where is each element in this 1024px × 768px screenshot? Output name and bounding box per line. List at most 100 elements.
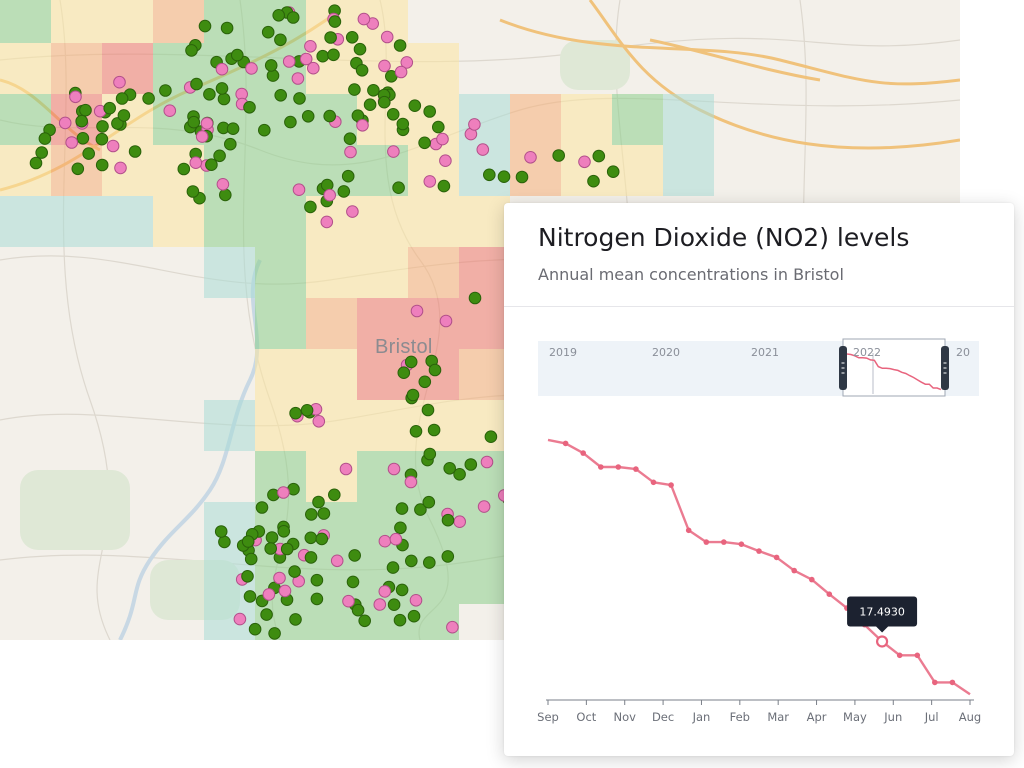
station-marker[interactable] [392, 181, 405, 194]
station-marker[interactable] [203, 88, 216, 101]
station-marker[interactable] [386, 561, 400, 574]
station-marker[interactable] [293, 92, 306, 105]
station-marker-high[interactable] [195, 130, 209, 143]
station-marker[interactable] [177, 162, 191, 176]
station-marker[interactable] [587, 174, 600, 188]
station-marker[interactable] [301, 110, 315, 123]
station-marker[interactable] [185, 44, 198, 57]
station-marker[interactable] [351, 603, 365, 617]
station-marker[interactable] [327, 48, 340, 62]
station-marker[interactable] [214, 525, 228, 538]
station-marker[interactable] [243, 590, 257, 603]
station-marker[interactable] [260, 608, 273, 621]
station-marker[interactable] [231, 48, 244, 62]
station-marker-high[interactable] [387, 145, 400, 158]
station-marker[interactable] [348, 549, 362, 562]
navigator-handle-left[interactable] [839, 346, 847, 390]
station-marker[interactable] [439, 314, 453, 328]
station-marker[interactable] [226, 122, 240, 135]
station-marker-high[interactable] [394, 65, 408, 79]
station-marker[interactable] [464, 458, 478, 471]
station-marker-high[interactable] [380, 30, 394, 44]
station-marker[interactable] [418, 136, 431, 150]
station-marker[interactable] [115, 92, 129, 105]
station-marker-high[interactable] [278, 584, 292, 598]
station-marker[interactable] [305, 508, 318, 521]
station-marker[interactable] [217, 92, 231, 106]
station-marker[interactable] [407, 609, 421, 623]
station-marker[interactable] [244, 552, 258, 566]
station-marker[interactable] [261, 25, 275, 39]
station-marker[interactable] [310, 573, 324, 587]
station-marker[interactable] [142, 92, 155, 105]
station-marker-high[interactable] [277, 486, 290, 499]
station-marker-high[interactable] [378, 59, 391, 73]
station-marker-high[interactable] [378, 585, 392, 598]
station-marker-high[interactable] [69, 90, 82, 104]
station-marker-high[interactable] [389, 532, 403, 546]
station-marker[interactable] [606, 165, 620, 178]
station-marker[interactable] [339, 462, 353, 476]
station-marker[interactable] [277, 525, 291, 538]
station-marker[interactable] [79, 103, 92, 117]
station-marker[interactable] [328, 15, 342, 28]
station-marker[interactable] [497, 170, 511, 183]
station-marker[interactable] [213, 149, 226, 163]
station-marker[interactable] [268, 627, 281, 640]
station-marker[interactable] [315, 532, 329, 546]
station-marker[interactable] [187, 115, 201, 129]
station-marker-high[interactable] [291, 72, 305, 85]
station-marker[interactable] [288, 565, 301, 578]
station-marker-high[interactable] [357, 12, 371, 26]
station-marker-high[interactable] [346, 205, 359, 218]
station-marker-high[interactable] [233, 612, 247, 626]
station-marker[interactable] [393, 39, 407, 52]
station-marker[interactable] [396, 117, 410, 131]
station-marker[interactable] [343, 132, 357, 145]
station-marker-high[interactable] [436, 132, 449, 146]
station-marker-high[interactable] [282, 55, 296, 68]
station-marker[interactable] [312, 495, 325, 509]
station-marker-high[interactable] [378, 534, 392, 548]
station-marker[interactable] [395, 502, 409, 515]
station-marker[interactable] [265, 531, 279, 544]
station-marker[interactable] [515, 170, 529, 184]
station-marker[interactable] [304, 551, 318, 564]
station-marker[interactable] [284, 115, 297, 129]
station-marker[interactable] [316, 49, 330, 63]
station-marker[interactable] [406, 388, 420, 402]
station-marker-high[interactable] [453, 515, 467, 529]
station-marker-high[interactable] [215, 62, 229, 76]
station-marker-high[interactable] [273, 571, 286, 585]
station-marker[interactable] [405, 554, 418, 568]
station-marker-high[interactable] [65, 136, 78, 149]
station-marker[interactable] [95, 132, 109, 146]
station-marker[interactable] [393, 613, 407, 627]
station-marker[interactable] [205, 158, 218, 171]
station-marker[interactable] [82, 147, 95, 160]
station-marker-high[interactable] [480, 455, 494, 469]
station-marker-high[interactable] [423, 175, 437, 188]
station-marker[interactable] [367, 84, 380, 97]
station-marker[interactable] [317, 507, 331, 520]
station-marker[interactable] [96, 120, 109, 133]
station-marker-high[interactable] [58, 116, 72, 130]
station-marker[interactable] [323, 109, 337, 123]
station-marker-high[interactable] [299, 52, 313, 66]
station-marker[interactable] [409, 425, 423, 438]
station-marker[interactable] [410, 304, 424, 318]
station-marker[interactable] [394, 521, 407, 535]
station-marker[interactable] [289, 406, 302, 420]
station-marker[interactable] [324, 31, 337, 44]
station-marker[interactable] [328, 488, 341, 502]
station-marker-high[interactable] [578, 155, 591, 169]
station-marker[interactable] [35, 146, 49, 159]
station-marker[interactable] [304, 200, 317, 214]
station-marker[interactable] [280, 542, 294, 556]
station-marker[interactable] [552, 149, 566, 162]
station-marker[interactable] [289, 613, 302, 626]
range-navigator[interactable]: 2019202020212022202022 [538, 338, 979, 397]
station-marker-high[interactable] [106, 139, 120, 153]
station-marker[interactable] [363, 98, 377, 111]
station-marker-high[interactable] [468, 118, 481, 131]
